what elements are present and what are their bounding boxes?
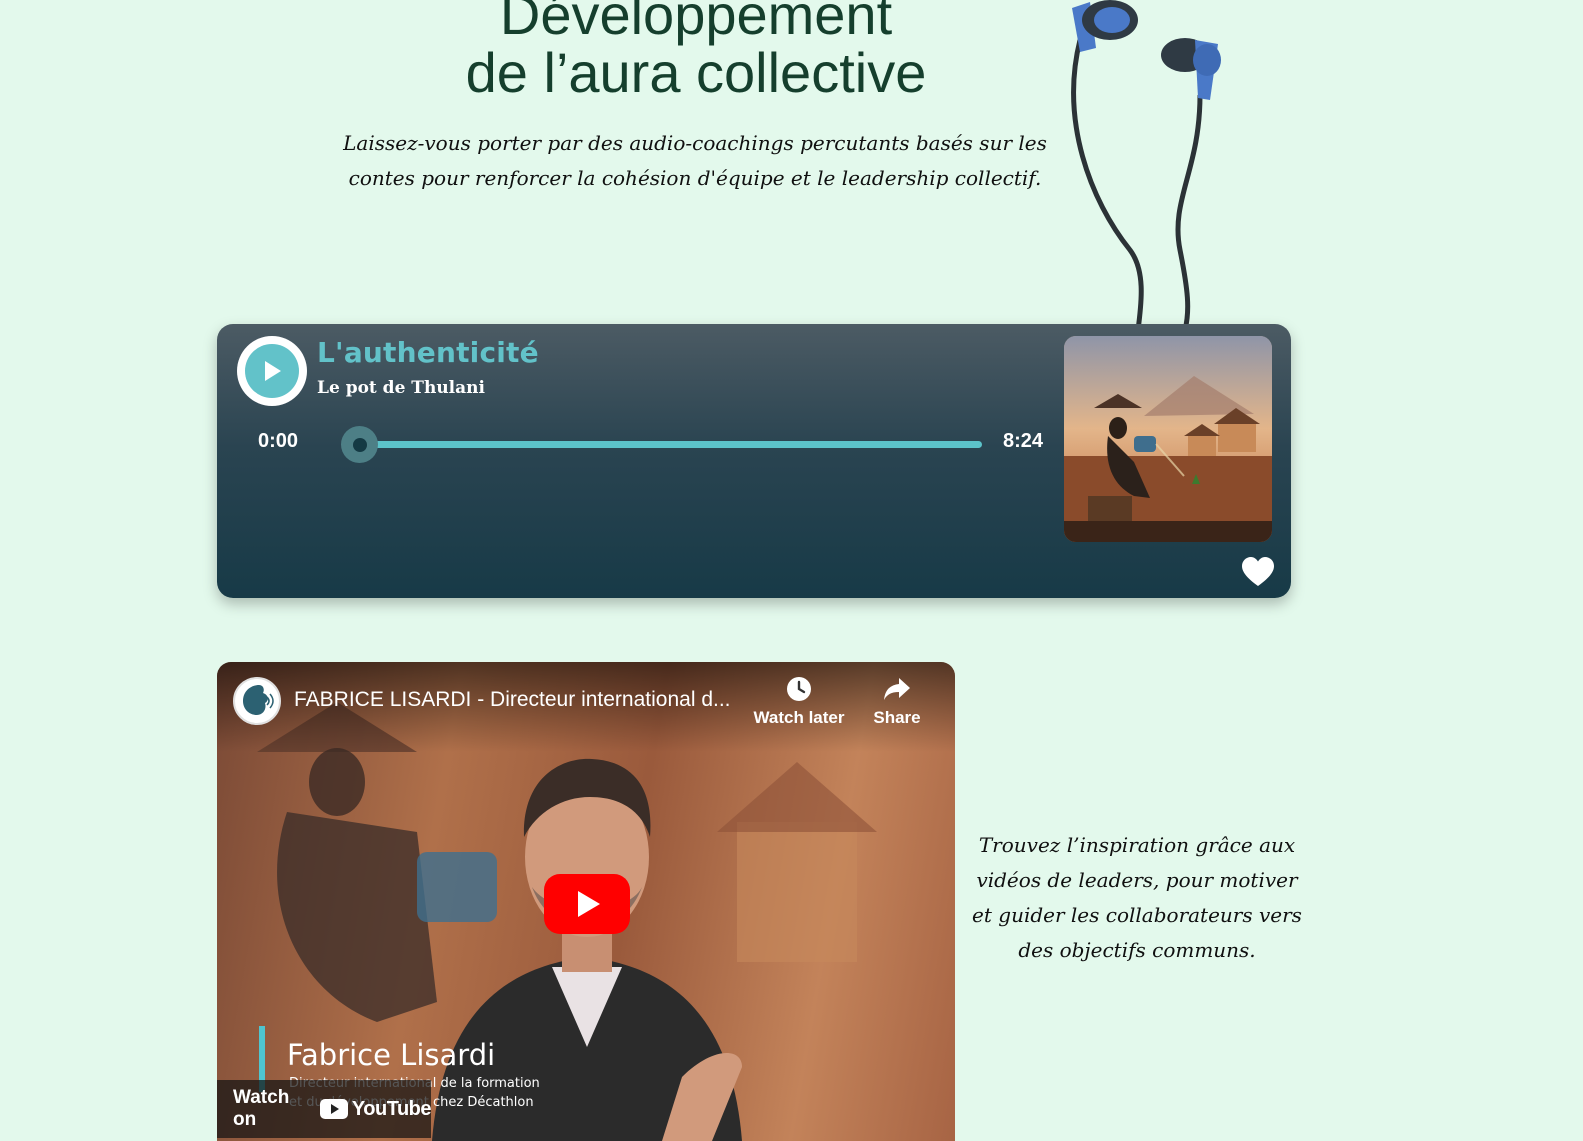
page-title-line-2: de l’aura collective (465, 41, 927, 104)
youtube-embed[interactable]: FABRICE LISARDI - Directeur internationa… (217, 662, 955, 1141)
video-title[interactable]: FABRICE LISARDI - Directeur internationa… (294, 688, 731, 712)
watch-on-youtube-button[interactable]: Watch on YouTube (217, 1080, 432, 1138)
audio-player: L'authenticité Le pot de Thulani 0:00 8:… (217, 324, 1291, 598)
page-title-line-1: Développement (499, 0, 893, 46)
page-title: Développement de l’aura collective (386, 0, 1006, 102)
progress-handle[interactable] (341, 426, 378, 463)
share-label: Share (873, 708, 921, 727)
total-time: 8:24 (1003, 430, 1044, 452)
current-time: 0:00 (258, 430, 299, 452)
progress-bar[interactable] (341, 426, 982, 463)
clock-icon (787, 677, 811, 701)
play-icon (265, 361, 281, 381)
track-subtitle: Le pot de Thulani (317, 378, 485, 398)
hero-subtitle: Laissez-vous porter par des audio-coachi… (343, 131, 1047, 190)
youtube-icon (319, 1099, 348, 1119)
channel-avatar[interactable] (233, 677, 281, 725)
track-cover-image (1064, 336, 1272, 542)
earphones-illustration (1071, 0, 1221, 330)
progress-handle-dot (352, 437, 367, 452)
share-button[interactable]: Share (867, 676, 927, 728)
track-title: L'authenticité (317, 336, 539, 369)
speaker-name: Fabrice Lisardi (287, 1038, 496, 1072)
cover-illustration (1064, 336, 1272, 542)
share-icon (884, 678, 910, 700)
video-description: Trouvez l’inspiration grâce aux vidéos d… (972, 833, 1302, 962)
channel-logo-icon (237, 681, 277, 721)
heart-icon[interactable] (1241, 556, 1275, 588)
youtube-play-button[interactable] (544, 874, 630, 934)
youtube-logo: YouTube (319, 1097, 432, 1121)
youtube-wordmark: YouTube (351, 1097, 432, 1120)
watch-on-label: Watch on (233, 1087, 290, 1130)
watch-later-button[interactable]: Watch later (753, 676, 845, 728)
play-button[interactable] (237, 336, 307, 406)
play-button-inner (245, 344, 299, 398)
watch-later-label: Watch later (753, 708, 845, 727)
